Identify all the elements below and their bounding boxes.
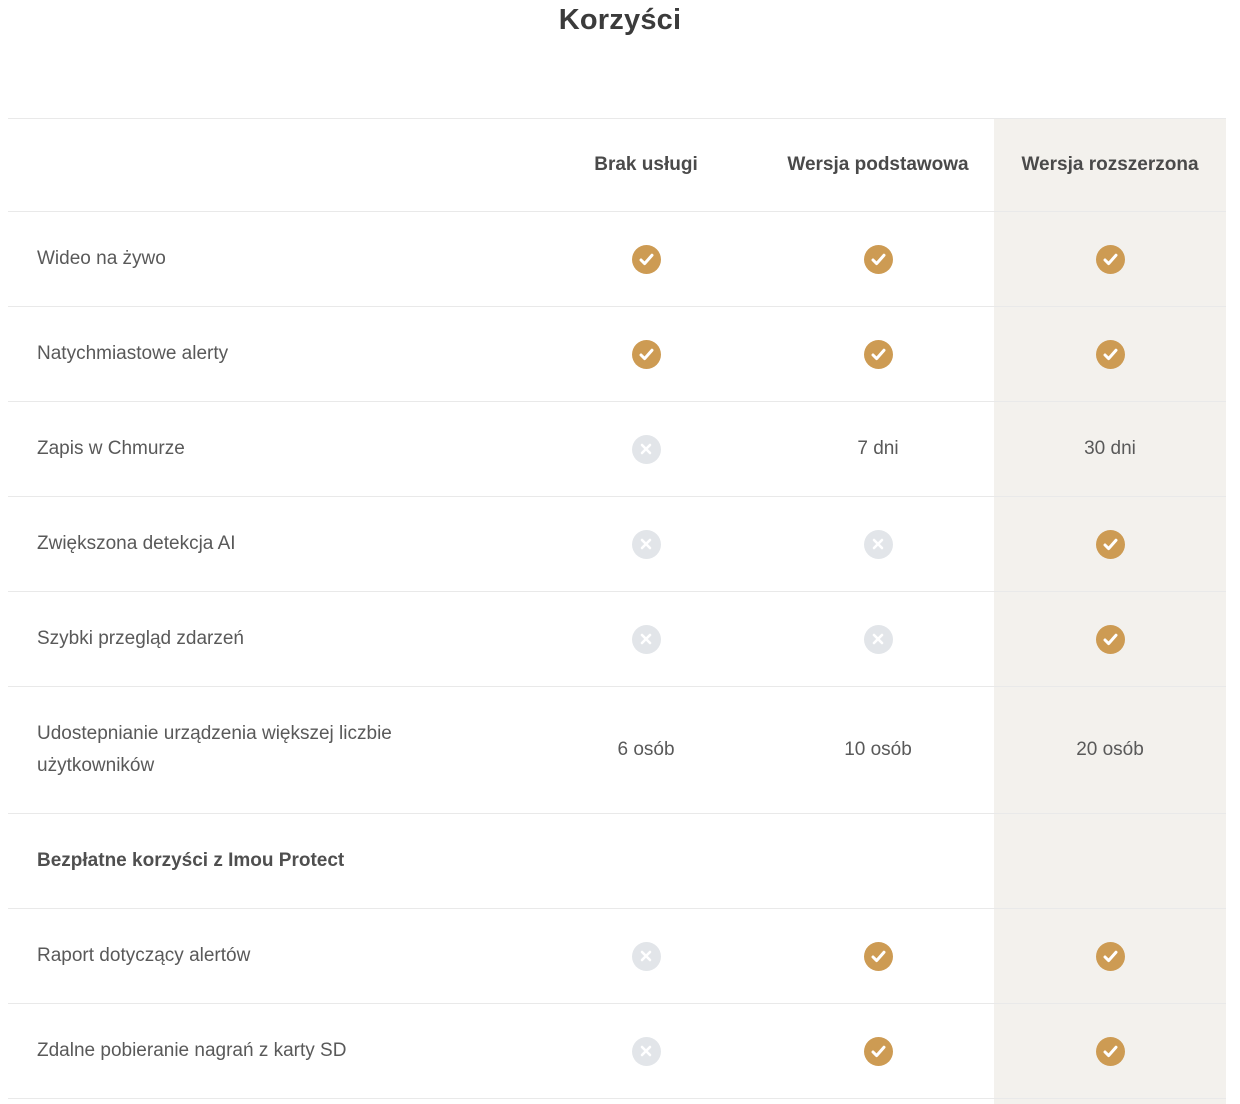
- value-cell: [530, 814, 762, 908]
- table-row: Natychmiastowe alerty: [8, 307, 1226, 402]
- header-blank-cell: [8, 119, 530, 211]
- feature-label: Zdalne pobieranie nagrań z karty SD: [8, 1004, 530, 1098]
- cross-icon: [864, 530, 893, 559]
- table-body: Wideo na żywoNatychmiastowe alertyZapis …: [8, 212, 1226, 1099]
- feature-label: Natychmiastowe alerty: [8, 307, 530, 401]
- header-brak-uslugi: Brak usługi: [530, 119, 762, 211]
- feature-label: Raport dotyczący alertów: [8, 909, 530, 1003]
- value-cell: [530, 307, 762, 401]
- page-title: Korzyści: [0, 0, 1240, 40]
- value-cell: [530, 1004, 762, 1098]
- table-row: Wideo na żywo: [8, 212, 1226, 307]
- value-cell: [762, 212, 994, 306]
- check-icon: [1096, 245, 1125, 274]
- check-icon: [864, 1037, 893, 1066]
- section-title: Bezpłatne korzyści z Imou Protect: [8, 814, 530, 908]
- table-row: Szybki przegląd zdarzeń: [8, 592, 1226, 687]
- value-cell: [530, 909, 762, 1003]
- check-icon: [1096, 530, 1125, 559]
- value-cell: [530, 592, 762, 686]
- value-cell: [994, 497, 1226, 591]
- table-row: Zdalne pobieranie nagrań z karty SD: [8, 1004, 1226, 1099]
- value-cell: 6 osób: [530, 703, 762, 797]
- value-cell: [994, 1004, 1226, 1098]
- table-row: Zwiększona detekcja AI: [8, 497, 1226, 592]
- feature-label: Wideo na żywo: [8, 212, 530, 306]
- cross-icon: [632, 625, 661, 654]
- value-cell: [994, 909, 1226, 1003]
- check-icon: [1096, 340, 1125, 369]
- value-cell: [530, 402, 762, 496]
- feature-label: Zapis w Chmurze: [8, 402, 530, 496]
- benefits-table: Brak usługi Wersja podstawowa Wersja roz…: [8, 118, 1226, 1104]
- value-cell: [994, 814, 1226, 908]
- check-icon: [632, 340, 661, 369]
- value-cell: [762, 307, 994, 401]
- cross-icon: [632, 435, 661, 464]
- check-icon: [864, 340, 893, 369]
- table-header-row: Brak usługi Wersja podstawowa Wersja roz…: [8, 118, 1226, 212]
- header-wersja-rozszerzona: Wersja rozszerzona: [994, 119, 1226, 211]
- value-cell: [762, 909, 994, 1003]
- check-icon: [1096, 625, 1125, 654]
- value-cell: [530, 212, 762, 306]
- value-cell: 7 dni: [762, 402, 994, 496]
- value-cell: [530, 497, 762, 591]
- header-wersja-podstawowa: Wersja podstawowa: [762, 119, 994, 211]
- check-icon: [1096, 942, 1125, 971]
- check-icon: [1096, 1037, 1125, 1066]
- value-cell: 20 osób: [994, 687, 1226, 813]
- check-icon: [864, 942, 893, 971]
- value-cell: [762, 814, 994, 908]
- check-icon: [632, 245, 661, 274]
- check-icon: [864, 245, 893, 274]
- cross-icon: [632, 1037, 661, 1066]
- value-cell: [762, 497, 994, 591]
- value-cell: [994, 307, 1226, 401]
- cross-icon: [632, 942, 661, 971]
- value-cell: 30 dni: [994, 402, 1226, 496]
- highlight-column-tail: [8, 1099, 1226, 1104]
- table-row: Zapis w Chmurze 7 dni30 dni: [8, 402, 1226, 497]
- feature-label: Szybki przegląd zdarzeń: [8, 592, 530, 686]
- table-row: Udostepnianie urządzenia większej liczbi…: [8, 687, 1226, 814]
- value-cell: 10 osób: [762, 703, 994, 797]
- feature-label: Zwiększona detekcja AI: [8, 497, 530, 591]
- section-header-row: Bezpłatne korzyści z Imou Protect: [8, 814, 1226, 909]
- value-cell: [762, 592, 994, 686]
- table-row: Raport dotyczący alertów: [8, 909, 1226, 1004]
- value-cell: [994, 592, 1226, 686]
- feature-label: Udostepnianie urządzenia większej liczbi…: [8, 687, 530, 813]
- cross-icon: [864, 625, 893, 654]
- value-cell: [994, 212, 1226, 306]
- cross-icon: [632, 530, 661, 559]
- value-cell: [762, 1004, 994, 1098]
